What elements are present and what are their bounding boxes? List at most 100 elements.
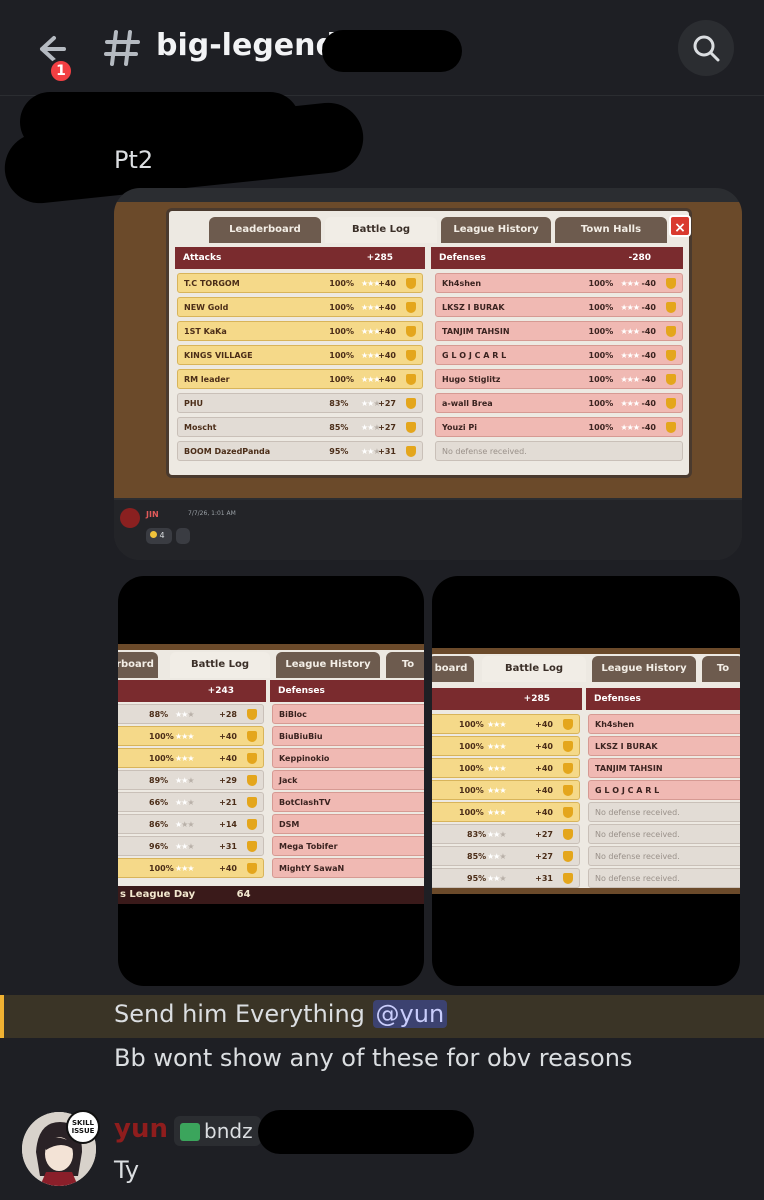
attack-row[interactable]: 100% ★★★ +40 bbox=[118, 726, 264, 746]
attack-row[interactable]: PHU 83% ★★★ +27 bbox=[177, 393, 423, 413]
stars-icon: ★★★ bbox=[620, 375, 640, 384]
league-day-bar: s League Day 64 bbox=[118, 886, 424, 904]
message-text: Bb wont show any of these for obv reason… bbox=[114, 1044, 633, 1072]
defense-row[interactable]: TANJIM TAHSIN 100% ★★★ -40 bbox=[435, 321, 683, 341]
defense-row[interactable]: a-wall Brea 100% ★★★ -40 bbox=[435, 393, 683, 413]
defense-row[interactable]: LKSZ I BURAK bbox=[588, 736, 740, 756]
attack-row[interactable]: 85% ★★★ +27 bbox=[432, 846, 580, 866]
close-icon[interactable]: × bbox=[669, 215, 691, 237]
attack-row[interactable]: 1ST KaKa 100% ★★★ +40 bbox=[177, 321, 423, 341]
defense-row[interactable]: BiuBiuBiu bbox=[272, 726, 424, 746]
defense-row[interactable]: Jack bbox=[272, 770, 424, 790]
attack-row[interactable]: 100% ★★★ +40 bbox=[118, 748, 264, 768]
money-icon bbox=[180, 1123, 200, 1141]
defense-row[interactable]: DSM bbox=[272, 814, 424, 834]
server-tag[interactable]: bndz bbox=[174, 1116, 261, 1146]
attacks-total: +243 bbox=[207, 686, 234, 696]
defense-row[interactable]: No defense received. bbox=[435, 441, 683, 461]
defense-row[interactable]: No defense received. bbox=[588, 802, 740, 822]
attack-row[interactable]: 83% ★★★ +27 bbox=[432, 824, 580, 844]
search-button[interactable] bbox=[678, 20, 734, 76]
stars-icon: ★★★ bbox=[487, 742, 506, 751]
trophy-icon bbox=[406, 422, 416, 433]
trophy-icon bbox=[406, 350, 416, 361]
defense-row[interactable]: Mega Tobifer bbox=[272, 836, 424, 856]
attack-row[interactable]: RM leader 100% ★★★ +40 bbox=[177, 369, 423, 389]
attack-row[interactable]: 100% ★★★ +40 bbox=[432, 758, 580, 778]
attack-row[interactable]: NEW Gold 100% ★★★ +40 bbox=[177, 297, 423, 317]
tab-battle-log[interactable]: Battle Log bbox=[170, 652, 270, 678]
defense-row[interactable]: BotClashTV bbox=[272, 792, 424, 812]
defense-row[interactable]: LKSZ I BURAK 100% ★★★ -40 bbox=[435, 297, 683, 317]
tab-league-history[interactable]: League History bbox=[441, 217, 551, 243]
tab-battle-log[interactable]: Battle Log bbox=[325, 217, 437, 243]
tab-town-halls[interactable]: To bbox=[386, 652, 424, 678]
redaction bbox=[258, 1110, 474, 1154]
stars-icon: ★★★ bbox=[487, 764, 506, 773]
attack-row[interactable]: Moscht 85% ★★★ +27 bbox=[177, 417, 423, 437]
image-attachment[interactable]: Leaderboard Battle Log League History To… bbox=[114, 188, 742, 560]
message-text: Send him Everything @yun bbox=[114, 1000, 448, 1028]
trophy-icon bbox=[563, 807, 573, 818]
attack-row[interactable]: 89% ★★★ +29 bbox=[118, 770, 264, 790]
attack-row[interactable]: 100% ★★★ +40 bbox=[432, 802, 580, 822]
trophy-icon bbox=[247, 841, 257, 852]
defense-row[interactable]: Kh4shen 100% ★★★ -40 bbox=[435, 273, 683, 293]
defense-row[interactable]: No defense received. bbox=[588, 868, 740, 888]
trophy-icon bbox=[247, 819, 257, 830]
attack-row[interactable]: KINGS VILLAGE 100% ★★★ +40 bbox=[177, 345, 423, 365]
defenses-header: Defenses bbox=[270, 680, 424, 702]
attack-row[interactable]: 66% ★★★ +21 bbox=[118, 792, 264, 812]
defense-row[interactable]: No defense received. bbox=[588, 824, 740, 844]
attack-row[interactable]: 96% ★★★ +31 bbox=[118, 836, 264, 856]
tab-leaderboard[interactable]: rboard bbox=[118, 652, 158, 678]
defenses-header: Defenses -280 bbox=[431, 247, 683, 269]
attack-row[interactable]: 88% ★★★ +28 bbox=[118, 704, 264, 724]
defense-row[interactable]: BiBloc bbox=[272, 704, 424, 724]
attack-row[interactable]: 86% ★★★ +14 bbox=[118, 814, 264, 834]
trophy-icon bbox=[406, 326, 416, 337]
defense-row[interactable]: G L O J C A R L 100% ★★★ -40 bbox=[435, 345, 683, 365]
tab-leaderboard[interactable]: Leaderboard bbox=[209, 217, 321, 243]
tab-town-halls[interactable]: To bbox=[702, 656, 740, 682]
battle-log-panel: board Battle Log League History To +285 … bbox=[432, 654, 740, 888]
skill-issue-badge: SKILL ISSUE bbox=[66, 1110, 100, 1144]
user-mention[interactable]: @yun bbox=[372, 1000, 448, 1028]
username[interactable]: yun bbox=[114, 1114, 168, 1144]
stars-icon: ★★★ bbox=[175, 820, 195, 829]
defense-row[interactable]: No defense received. bbox=[588, 846, 740, 866]
trophy-icon bbox=[406, 398, 416, 409]
defense-row[interactable]: Kh4shen bbox=[588, 714, 740, 734]
attack-row[interactable]: 95% ★★★ +31 bbox=[432, 868, 580, 888]
trophy-icon bbox=[666, 278, 676, 289]
attack-row[interactable]: T.C TORGOM 100% ★★★ +40 bbox=[177, 273, 423, 293]
trophy-icon bbox=[563, 873, 573, 884]
defense-row[interactable]: G L O J C A R L bbox=[588, 780, 740, 800]
stars-icon: ★★★ bbox=[175, 776, 195, 785]
tab-league-history[interactable]: League History bbox=[592, 656, 696, 682]
defense-row[interactable]: Youzi Pi 100% ★★★ -40 bbox=[435, 417, 683, 437]
attack-row[interactable]: 100% ★★★ +40 bbox=[432, 780, 580, 800]
trophy-icon bbox=[406, 446, 416, 457]
trophy-icon bbox=[247, 775, 257, 786]
defense-row[interactable]: MightY SawaN bbox=[272, 858, 424, 878]
add-reaction-icon[interactable] bbox=[176, 528, 190, 544]
tab-leaderboard[interactable]: board bbox=[432, 656, 474, 682]
attacks-total: +285 bbox=[523, 694, 550, 704]
tab-town-halls[interactable]: Town Halls bbox=[555, 217, 667, 243]
image-attachment[interactable]: board Battle Log League History To +285 … bbox=[432, 576, 740, 986]
defense-row[interactable]: TANJIM TAHSIN bbox=[588, 758, 740, 778]
tab-league-history[interactable]: League History bbox=[276, 652, 380, 678]
image-attachment[interactable]: rboard Battle Log League History To +243… bbox=[118, 576, 424, 986]
stars-icon: ★★★ bbox=[487, 786, 506, 795]
attack-row[interactable]: BOOM DazedPanda 95% ★★★ +31 bbox=[177, 441, 423, 461]
defense-row[interactable]: Hugo Stiglitz 100% ★★★ -40 bbox=[435, 369, 683, 389]
attack-row[interactable]: 100% ★★★ +40 bbox=[432, 714, 580, 734]
defense-row[interactable]: Keppinokio bbox=[272, 748, 424, 768]
reaction[interactable]: 4 bbox=[146, 528, 172, 544]
battle-log-panel: Leaderboard Battle Log League History To… bbox=[166, 208, 692, 478]
attack-row[interactable]: 100% ★★★ +40 bbox=[118, 858, 264, 878]
battle-log-panel: rboard Battle Log League History To +243… bbox=[118, 650, 424, 886]
tab-battle-log[interactable]: Battle Log bbox=[482, 656, 586, 682]
attack-row[interactable]: 100% ★★★ +40 bbox=[432, 736, 580, 756]
